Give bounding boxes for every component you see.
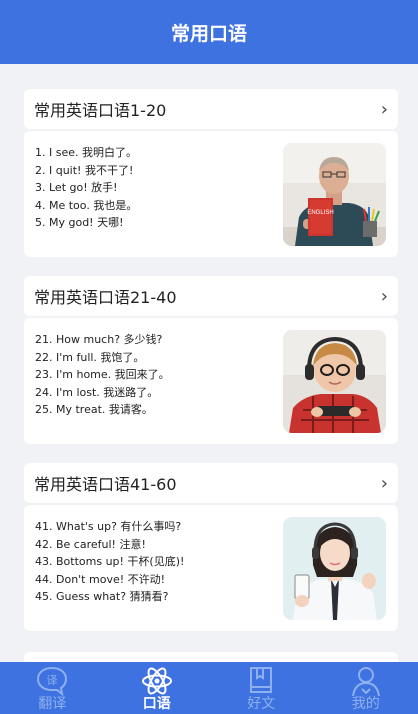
section-title: 常用英语口语41-60 bbox=[34, 475, 177, 494]
tab-label: 我的 bbox=[351, 696, 380, 712]
phrase-item: 44. Don't move! 不许动! bbox=[35, 572, 166, 586]
phrase-list: 41. What's up? 有什么事吗? 42. Be careful! 注意… bbox=[35, 518, 275, 606]
phrase-item: 2. I quit! 我不干了! bbox=[35, 163, 134, 177]
tab-profile[interactable]: 我的 bbox=[314, 662, 418, 714]
section-header-41-60[interactable]: 常用英语口语41-60 › bbox=[24, 463, 398, 503]
phrase-list: 1. I see. 我明白了。 2. I quit! 我不干了! 3. Let … bbox=[35, 144, 275, 232]
chevron-right-icon: › bbox=[380, 98, 388, 120]
tab-articles[interactable]: 好文 bbox=[209, 662, 314, 714]
svg-text:译: 译 bbox=[47, 674, 58, 687]
phrase-item: 23. I'm home. 我回来了。 bbox=[35, 368, 170, 382]
translate-bubble-icon: 译 bbox=[37, 666, 68, 697]
phrase-item: 45. Guess what? 猜猜看? bbox=[35, 590, 169, 604]
section-card-21-40[interactable]: 21. How much? 多少钱? 22. I'm full. 我饱了。 23… bbox=[24, 318, 398, 444]
svg-text:ENGLISH: ENGLISH bbox=[307, 210, 333, 216]
photo-boy-with-headphones bbox=[283, 330, 386, 433]
photo-woman-with-headset bbox=[283, 517, 386, 620]
phrase-item: 21. How much? 多少钱? bbox=[35, 333, 163, 346]
phrase-item: 22. I'm full. 我饱了。 bbox=[35, 350, 145, 364]
phrase-item: 42. Be careful! 注意! bbox=[35, 537, 146, 551]
app-header: 常用口语 bbox=[0, 0, 418, 64]
phrase-item: 24. I'm lost. 我迷路了。 bbox=[35, 385, 159, 399]
phrase-item: 1. I see. 我明白了。 bbox=[35, 146, 137, 159]
atom-icon bbox=[141, 667, 172, 695]
tab-label: 好文 bbox=[247, 696, 276, 712]
photo-man-with-book: ENGLISH bbox=[283, 143, 386, 246]
chevron-right-icon: › bbox=[380, 472, 388, 494]
section-header-21-40[interactable]: 常用英语口语21-40 › bbox=[24, 276, 398, 316]
person-icon bbox=[351, 667, 380, 697]
phrase-item: 25. My treat. 我请客。 bbox=[35, 403, 153, 417]
phrase-list: 21. How much? 多少钱? 22. I'm full. 我饱了。 23… bbox=[35, 331, 275, 419]
section-title: 常用英语口语1-20 bbox=[34, 101, 167, 120]
section-card-1-20[interactable]: 1. I see. 我明白了。 2. I quit! 我不干了! 3. Let … bbox=[24, 131, 398, 257]
section-header-1-20[interactable]: 常用英语口语1-20 › bbox=[24, 89, 398, 129]
section-card-41-60[interactable]: 41. What's up? 有什么事吗? 42. Be careful! 注意… bbox=[24, 505, 398, 631]
section-title: 常用英语口语21-40 bbox=[34, 288, 177, 307]
phrase-item: 4. Me too. 我也是。 bbox=[35, 198, 138, 212]
phrase-item: 43. Bottoms up! 干杯(见底)! bbox=[35, 555, 185, 569]
section-card-next[interactable] bbox=[24, 652, 398, 662]
tab-label: 口语 bbox=[142, 696, 171, 712]
phrase-item: 41. What's up? 有什么事吗? bbox=[35, 520, 182, 533]
page-title: 常用口语 bbox=[170, 22, 247, 45]
tab-label: 翻译 bbox=[38, 696, 67, 712]
tab-translate[interactable]: 译 翻译 bbox=[0, 662, 105, 714]
phrase-item: 5. My god! 天哪! bbox=[35, 216, 124, 230]
tab-spoken[interactable]: 口语 bbox=[105, 662, 210, 714]
chevron-right-icon: › bbox=[380, 285, 388, 307]
book-icon bbox=[250, 667, 273, 693]
bottom-tab-bar: 译 翻译 口语 好文 我的 bbox=[0, 662, 418, 714]
phrase-item: 3. Let go! 放手! bbox=[35, 181, 118, 195]
content-area[interactable]: 常用英语口语1-20 › 1. I see. 我明白了。 2. I quit! … bbox=[0, 64, 418, 662]
